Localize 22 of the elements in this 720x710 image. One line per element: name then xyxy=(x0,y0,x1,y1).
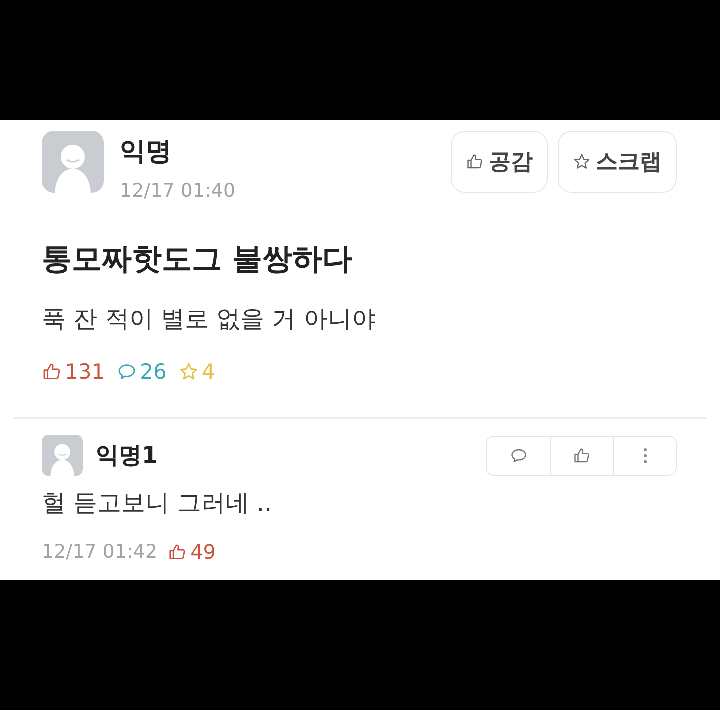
post-time: 12/17 01:40 xyxy=(120,179,236,203)
avatar-icon xyxy=(42,435,83,476)
comment-text: 헐 듣고보니 그러네 .. xyxy=(42,488,274,519)
like-count: 131 xyxy=(65,359,106,385)
speech-bubble-icon xyxy=(510,446,528,464)
post-body: 푹 잔 적이 별로 없을 거 아니야 xyxy=(42,304,377,335)
more-icon xyxy=(642,446,648,464)
post-title: 통모짜핫도그 불쌍하다 xyxy=(42,241,354,279)
commenter-name: 익명1 xyxy=(96,442,158,471)
like-button[interactable]: 공감 xyxy=(451,131,548,193)
avatar-icon xyxy=(42,131,104,193)
star-icon xyxy=(573,153,591,171)
scrap-count: 4 xyxy=(202,359,216,385)
comment-time: 12/17 01:42 xyxy=(42,540,158,564)
thumbs-up-icon xyxy=(573,446,591,464)
like-count: 49 xyxy=(190,540,216,564)
thumbs-up-icon xyxy=(466,153,484,171)
comment-count: 26 xyxy=(140,359,167,385)
thumbs-up-icon xyxy=(168,542,187,562)
more-button[interactable] xyxy=(613,436,676,474)
scrap-button[interactable]: 스크랩 xyxy=(558,131,677,193)
author-name: 익명 xyxy=(120,136,173,169)
